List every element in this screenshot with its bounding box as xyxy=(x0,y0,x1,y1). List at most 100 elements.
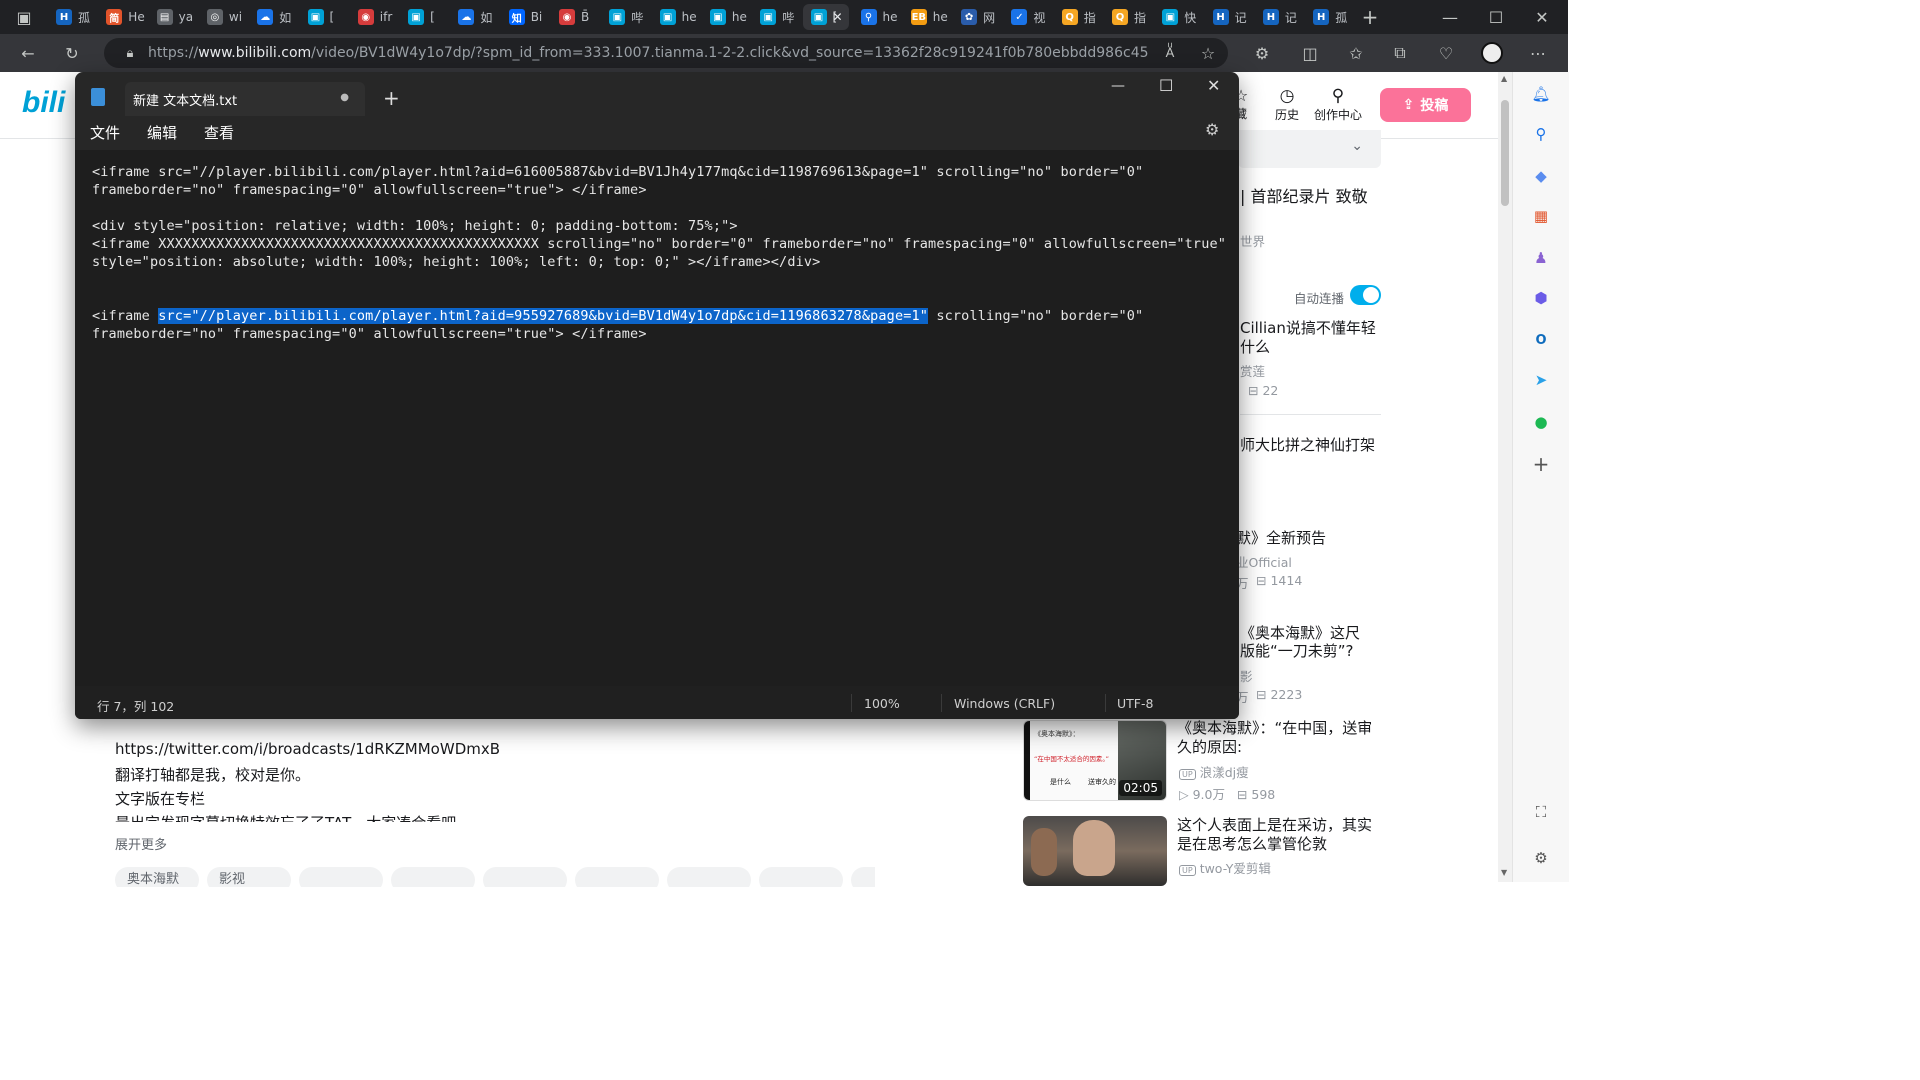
expand-more-link[interactable]: 展开更多 xyxy=(115,834,167,853)
page-scrollbar[interactable]: ▲ ▼ xyxy=(1498,72,1512,882)
upload-button[interactable]: ⇪ 投稿 xyxy=(1380,88,1471,122)
browser-tab[interactable]: H记 xyxy=(1255,4,1303,30)
browser-tab[interactable]: ◎ wi xyxy=(199,4,247,30)
menu-view[interactable]: 查看 xyxy=(204,122,234,143)
line-ending[interactable]: Windows (CRLF) xyxy=(954,696,1055,711)
video-card-title[interactable]: 这个人表面上是在采访，其实是在思考怎么掌管伦敦 xyxy=(1177,816,1385,854)
send-icon[interactable]: ➤ xyxy=(1527,366,1555,394)
tag-pill[interactable] xyxy=(759,867,843,887)
selected-text[interactable]: src="//player.bilibili.com/player.html?a… xyxy=(158,308,929,324)
tag-pill[interactable] xyxy=(667,867,751,887)
more-menu-icon[interactable]: ⋯ xyxy=(1524,39,1552,67)
browser-tab[interactable]: ▣ he xyxy=(702,4,750,30)
browser-tab[interactable]: H孤 xyxy=(48,4,96,30)
tag-pill[interactable] xyxy=(575,867,659,887)
browser-tab[interactable]: H孤 xyxy=(1305,4,1353,30)
tab-actions-icon[interactable]: ▣ xyxy=(10,3,38,31)
search-icon[interactable]: ⚲ xyxy=(1527,120,1555,148)
tag-pill[interactable] xyxy=(391,867,475,887)
tag-pill[interactable]: 奥本海默 xyxy=(115,867,199,887)
bilibili-logo[interactable]: bili xyxy=(22,86,65,120)
back-icon[interactable]: ← xyxy=(14,39,42,67)
menu-file[interactable]: 文件 xyxy=(90,122,120,143)
split-screen-icon[interactable]: ◫ xyxy=(1296,39,1324,67)
minimize-icon[interactable]: — xyxy=(1436,3,1464,31)
browser-tab[interactable]: ◉ ifr xyxy=(350,4,398,30)
toolbox-icon[interactable]: ▦ xyxy=(1527,202,1555,230)
history-nav[interactable]: ◷ 历史 xyxy=(1270,86,1304,123)
settings-icon[interactable]: ⚙ xyxy=(1527,844,1555,872)
close-tab-icon[interactable]: ✕ xyxy=(832,10,842,24)
browser-tab[interactable]: 简 He xyxy=(98,4,146,30)
video-thumbnail[interactable]: 《奥本海默》： “在中国不太适合的因素。” 是什么 送审久的 02:05 xyxy=(1023,720,1167,801)
tag-pill[interactable] xyxy=(483,867,567,887)
browser-tab[interactable]: H记 xyxy=(1205,4,1253,30)
browser-tab[interactable]: ✿ 网 xyxy=(953,4,1001,30)
refresh-icon[interactable]: ↻ xyxy=(58,39,86,67)
autoplay-toggle[interactable] xyxy=(1350,285,1381,305)
browser-tab[interactable]: ▣ 快 xyxy=(1154,4,1202,30)
browser-tab[interactable]: Q指 xyxy=(1104,4,1152,30)
favorites-icon[interactable]: ✩ xyxy=(1342,39,1370,67)
recommend-fragment[interactable]: | 首部纪录片 致敬 xyxy=(1240,187,1368,206)
spotify-icon[interactable]: ● xyxy=(1527,408,1555,436)
new-tab-button[interactable]: + xyxy=(383,86,400,110)
tag-icon[interactable]: ◆ xyxy=(1527,162,1555,190)
health-icon[interactable]: ♡ xyxy=(1432,39,1460,67)
recommend-fragment[interactable]: 版能“一刀未剪”? xyxy=(1240,642,1354,661)
video-card-author[interactable]: UP 浪漾dj瘦 xyxy=(1179,762,1249,781)
settings-gear-icon[interactable]: ⚙ xyxy=(1205,120,1219,139)
browser-tab[interactable]: ▣[✕ xyxy=(802,4,849,30)
copilot-icon[interactable]: ⬢ xyxy=(1527,284,1555,312)
encoding[interactable]: UTF-8 xyxy=(1117,696,1153,711)
extensions-icon[interactable]: ⚙ xyxy=(1248,39,1276,67)
screenshot-icon[interactable]: ⛶ xyxy=(1527,798,1555,826)
favorite-star-icon[interactable]: ☆ xyxy=(1194,39,1222,67)
recommend-fragment[interactable]: 默》全新预告 xyxy=(1236,529,1326,548)
menu-edit[interactable]: 编辑 xyxy=(147,122,177,143)
bell-icon[interactable]: 🔔︎ xyxy=(1527,80,1555,108)
browser-tab[interactable]: ▤ ya xyxy=(149,4,197,30)
browser-tab[interactable]: ☁ 如 xyxy=(249,4,297,30)
close-icon[interactable]: ✕ xyxy=(1528,3,1556,31)
profile-avatar[interactable] xyxy=(1478,39,1506,67)
new-tab-icon[interactable]: + xyxy=(1356,3,1384,31)
recommend-fragment[interactable]: Cillian说搞不懂年轻 xyxy=(1240,319,1376,338)
browser-tab[interactable]: ◉ B̄ xyxy=(551,4,599,30)
collapse-panel[interactable]: ⌄ xyxy=(1238,130,1381,168)
tag-pill[interactable]: 影视 xyxy=(207,867,291,887)
video-thumbnail[interactable] xyxy=(1023,816,1167,886)
description-line[interactable]: https://twitter.com/i/broadcasts/1dRKZMM… xyxy=(115,740,500,758)
window-maximize-button[interactable]: ☐ xyxy=(1159,76,1173,95)
video-card-title[interactable]: 《奥本海默》：“在中国，送审久的原因: xyxy=(1177,719,1385,757)
collections-icon[interactable]: ⧉ xyxy=(1386,39,1414,67)
browser-tab[interactable]: ▣ 哔 xyxy=(601,4,649,30)
tag-pill[interactable] xyxy=(299,867,383,887)
browser-tab[interactable]: ▣[ xyxy=(300,4,348,30)
browser-tab[interactable]: 知 Bi xyxy=(501,4,549,30)
browser-tab[interactable]: ☁ 如 xyxy=(450,4,498,30)
browser-tab[interactable]: ✓ 视 xyxy=(1003,4,1051,30)
notepad-tab[interactable]: 新建 文本文档.txt ● xyxy=(125,82,365,116)
maximize-icon[interactable]: ☐ xyxy=(1482,3,1510,31)
video-card-author[interactable]: UP two-Y爱剪辑 xyxy=(1179,858,1271,877)
tag-pill[interactable] xyxy=(851,867,875,887)
scrollbar-thumb[interactable] xyxy=(1501,100,1509,206)
browser-tab[interactable]: EB he xyxy=(903,4,951,30)
zoom-level[interactable]: 100% xyxy=(864,696,900,711)
recommend-fragment[interactable]: 《奥本海默》这尺 xyxy=(1240,624,1360,643)
window-close-button[interactable]: ✕ xyxy=(1207,76,1220,95)
window-minimize-button[interactable]: — xyxy=(1111,78,1125,94)
browser-tab[interactable]: ▣[ xyxy=(400,4,448,30)
read-aloud-icon[interactable]: Aͧ xyxy=(1156,39,1184,67)
recommend-fragment[interactable]: 师大比拼之神仙打架 xyxy=(1240,436,1375,455)
recommend-fragment[interactable]: 什么 xyxy=(1240,338,1270,357)
address-bar[interactable]: 🔒︎ https://www.bilibili.com/video/BV1dW4… xyxy=(104,38,1228,68)
text-editor-area[interactable]: <iframe src="//player.bilibili.com/playe… xyxy=(75,150,1239,686)
outlook-icon[interactable]: O xyxy=(1527,326,1555,354)
unsaved-dot-icon[interactable]: ● xyxy=(340,92,349,103)
browser-tab[interactable]: ⚲ he xyxy=(853,4,901,30)
browser-tab[interactable]: Q指 xyxy=(1054,4,1102,30)
creator-center-nav[interactable]: ⚲ 创作中心 xyxy=(1310,86,1366,123)
browser-tab[interactable]: ▣ he xyxy=(652,4,700,30)
